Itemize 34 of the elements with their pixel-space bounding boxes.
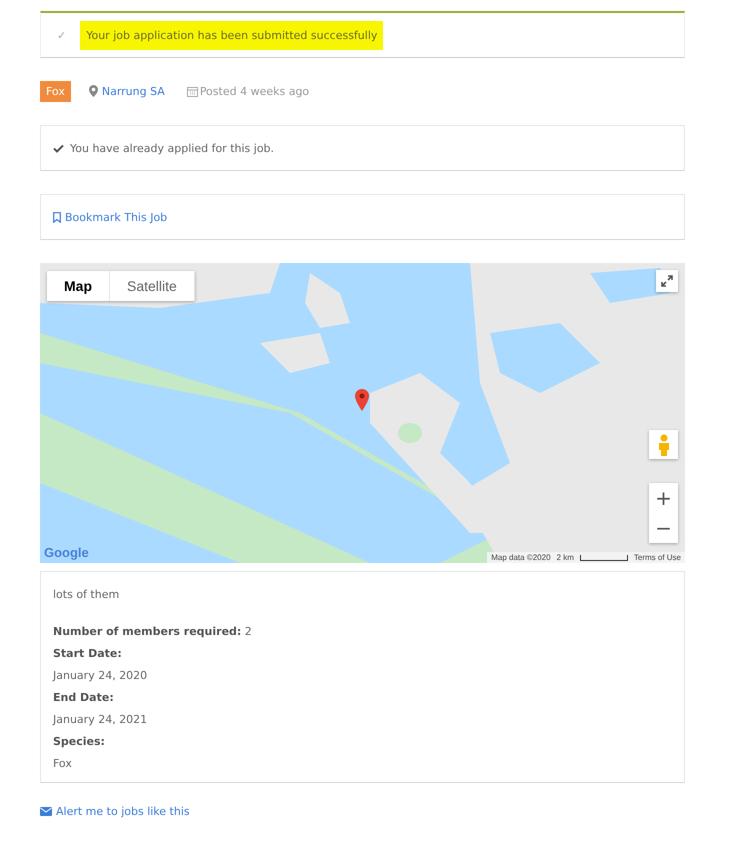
detail-label: Start Date: <box>53 647 123 660</box>
detail-label: End Date: <box>53 691 115 704</box>
envelope-icon <box>40 807 52 816</box>
success-message: Your job application has been submitted successfully <box>86 26 378 44</box>
scale-bar-icon <box>580 554 628 560</box>
map-type-tab[interactable]: Map <box>47 271 110 301</box>
detail-value: January 24, 2021 <box>53 713 148 726</box>
fullscreen-button[interactable] <box>656 270 678 292</box>
location-link[interactable]: Narrung SA <box>102 84 165 98</box>
map-attribution: Map data ©2020 <box>491 553 551 562</box>
detail-value: Fox <box>53 757 73 770</box>
location-pin-icon <box>88 85 98 97</box>
map-scale-label: 2 km <box>556 553 574 562</box>
calendar-icon <box>186 86 198 96</box>
applied-notice: You have already applied for this job. <box>70 142 274 154</box>
bookmark-icon <box>53 212 61 222</box>
zoom-out-button[interactable]: − <box>649 513 678 543</box>
species-tag: Fox <box>40 80 71 102</box>
detail-value: January 24, 2020 <box>53 669 148 682</box>
check-icon <box>53 144 64 152</box>
job-alert-link[interactable]: Alert me to jobs like this <box>40 805 190 818</box>
check-icon: ✓ <box>57 28 66 42</box>
zoom-in-button[interactable]: + <box>649 483 678 513</box>
detail-text: Number of members required: 2 <box>53 625 253 638</box>
map-marker-icon <box>355 389 369 411</box>
fullscreen-icon <box>661 275 673 287</box>
detail-label: Species: <box>53 735 106 748</box>
posted-date: Posted 4 weeks ago <box>200 84 310 98</box>
bookmark-link[interactable]: Bookmark This Job <box>53 210 168 224</box>
job-description: lots of them <box>53 588 120 601</box>
person-icon <box>658 434 670 456</box>
map-type-tab[interactable]: Satellite <box>110 271 195 301</box>
terms-link[interactable]: Terms of Use <box>634 553 681 562</box>
map-logo: Google <box>44 545 89 560</box>
